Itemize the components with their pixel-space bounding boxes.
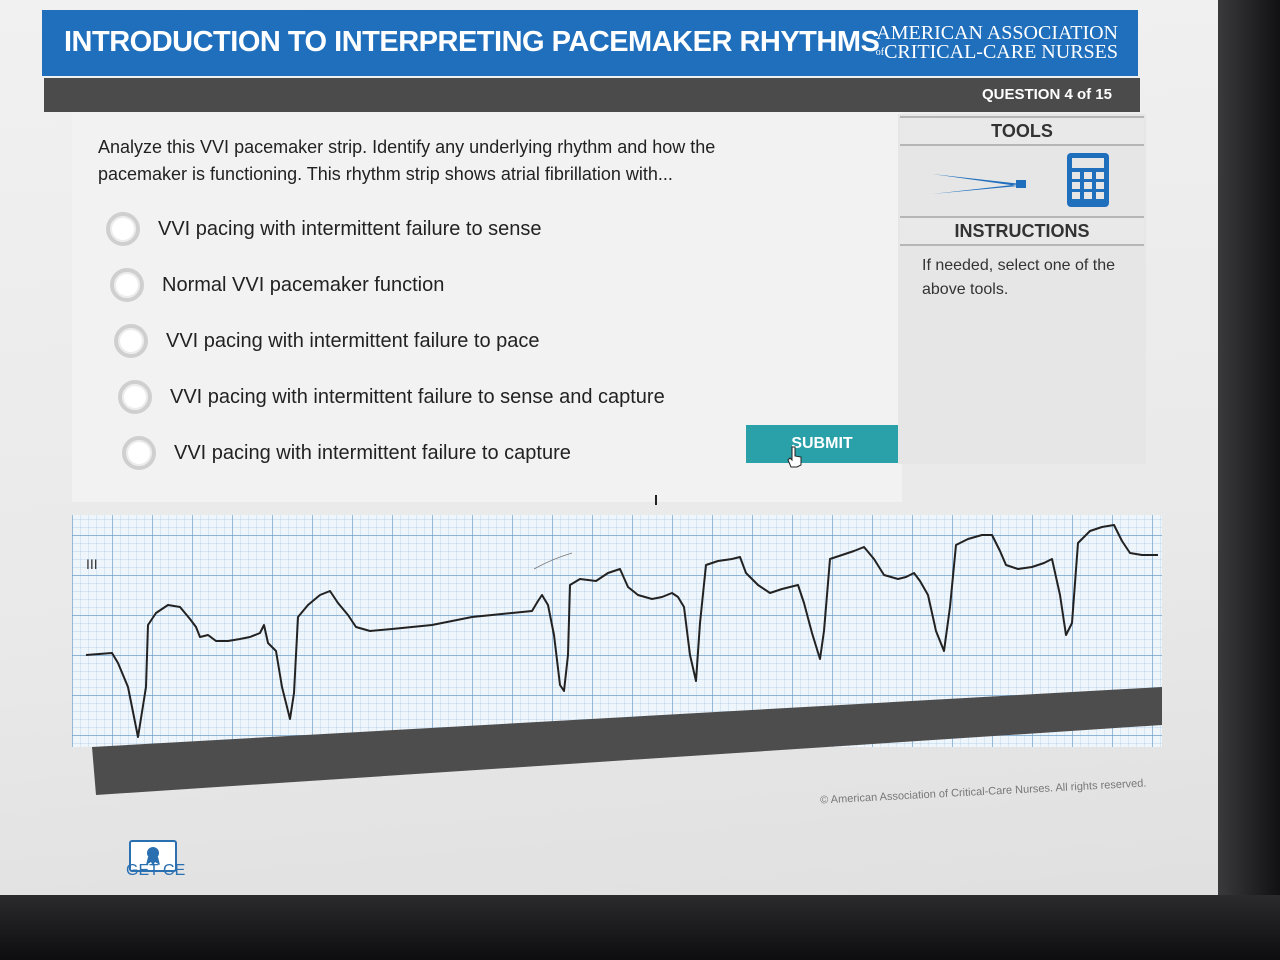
answer-option-3[interactable]: VVI pacing with intermittent failure to … — [114, 324, 540, 358]
instructions-heading: INSTRUCTIONS — [900, 216, 1144, 246]
calculator-icon[interactable] — [1066, 152, 1110, 208]
course-title: INTRODUCTION TO INTERPRETING PACEMAKER R… — [64, 26, 880, 58]
answer-option-2[interactable]: Normal VVI pacemaker function — [110, 268, 444, 302]
instructions-text: If needed, select one of the above tools… — [922, 257, 1116, 298]
radio-button[interactable] — [114, 324, 148, 358]
answer-label: Normal VVI pacemaker function — [162, 273, 445, 296]
radio-button[interactable] — [110, 268, 144, 302]
question-status-bar: QUESTION 4 of 15 — [44, 78, 1140, 112]
org-name-line2-row: ofCRITICAL-CARE NURSES — [875, 41, 1118, 63]
radio-button[interactable] — [118, 380, 152, 414]
org-name-of: of — [875, 47, 885, 58]
tools-sidebar: TOOLS INSTRUCTIONS If needed, select one… — [898, 114, 1146, 464]
aacn-logo: AMERICAN ASSOCIATION ofCRITICAL-CARE NUR… — [875, 23, 1118, 63]
answer-label: VVI pacing with intermittent failure to … — [158, 217, 542, 240]
ecg-rhythm-strip: III — [72, 495, 1162, 795]
tools-row — [900, 146, 1144, 216]
laptop-bezel-right — [1218, 0, 1280, 960]
answer-label: VVI pacing with intermittent failure to … — [170, 385, 665, 408]
answer-option-4[interactable]: VVI pacing with intermittent failure to … — [118, 380, 665, 414]
answer-label: VVI pacing with intermittent failure to … — [166, 329, 540, 352]
question-counter: QUESTION 4 of 15 — [981, 86, 1112, 103]
laptop-bezel-bottom — [0, 895, 1280, 960]
org-name-line2: CRITICAL-CARE NURSES — [884, 41, 1118, 63]
tools-heading: TOOLS — [900, 116, 1144, 146]
question-text: Analyze this VVI pacemaker strip. Identi… — [98, 137, 716, 184]
get-ce-certificate-icon[interactable] — [124, 822, 194, 892]
screen: INTRODUCTION TO INTERPRETING PACEMAKER R… — [0, 0, 1280, 960]
get-ce-label[interactable]: GET CE — [126, 862, 185, 880]
answer-option-1[interactable]: VVI pacing with intermittent failure to … — [106, 212, 542, 246]
calipers-icon[interactable] — [930, 168, 1030, 198]
lead-label: III — [86, 556, 98, 572]
course-header: INTRODUCTION TO INTERPRETING PACEMAKER R… — [42, 10, 1138, 76]
radio-button[interactable] — [106, 212, 140, 246]
